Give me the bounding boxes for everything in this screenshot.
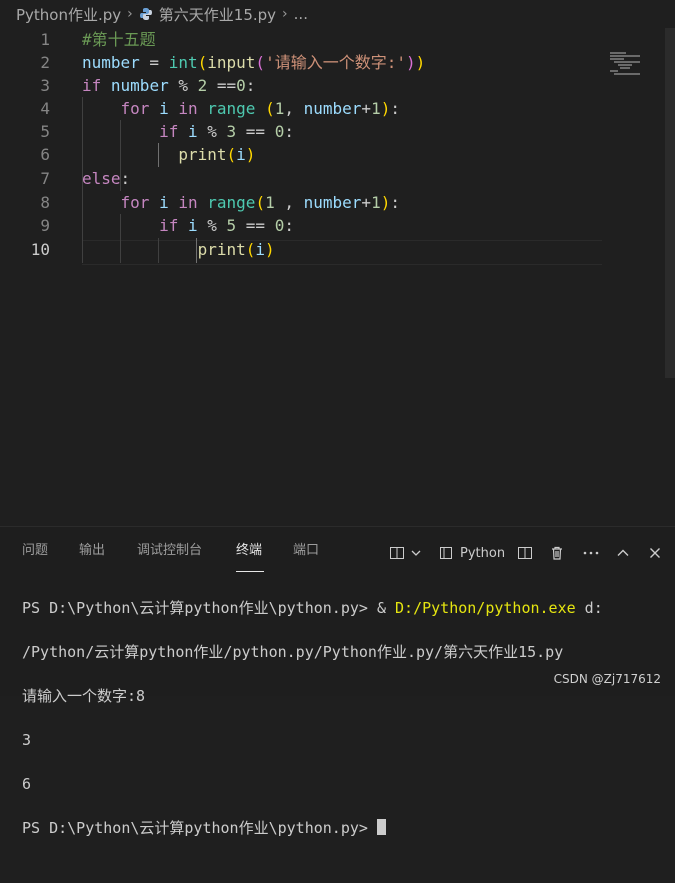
line-number: 1 (40, 30, 50, 49)
line-number: 2 (40, 53, 50, 72)
code-editor[interactable]: 1 #第十五题 2 number = int(input('请输入一个数字:')… (0, 28, 665, 526)
terminal-line: 请输入一个数字:8 (22, 687, 146, 705)
chevron-right-icon: › (282, 6, 288, 22)
code-line: 6 print(i) (0, 143, 600, 166)
code-text: else: (82, 169, 131, 188)
more-actions-icon[interactable] (582, 545, 600, 565)
minimap[interactable] (608, 52, 652, 76)
editor-scrollbar[interactable] (665, 28, 675, 378)
maximize-panel-icon[interactable] (615, 545, 631, 565)
code-line: 5 if i % 3 == 0: (0, 120, 600, 143)
watermark: CSDN @Zj717612 (553, 672, 661, 686)
terminal-panel: 问题 输出 调试控制台 终端 端口 Python PS D:\Python\云计… (0, 526, 675, 837)
split-terminal-icon[interactable] (389, 545, 405, 565)
tab-output[interactable]: 输出 (79, 543, 105, 559)
tab-problems[interactable]: 问题 (22, 543, 48, 559)
breadcrumb-folder[interactable]: Python作业.py (16, 4, 121, 25)
code-text: print(i) (178, 145, 256, 164)
code-text: number = int(input('请输入一个数字:')) (82, 53, 426, 72)
terminal-line: /Python/云计算python作业/python.py/Python作业.p… (22, 643, 564, 661)
active-tab-indicator (236, 571, 264, 572)
code-line: 1 #第十五题 (0, 28, 600, 51)
line-number: 6 (40, 145, 50, 164)
code-line: 2 number = int(input('请输入一个数字:')) (0, 51, 600, 74)
terminal-cursor (376, 819, 386, 835)
trash-icon[interactable] (549, 545, 565, 565)
code-line: 9 if i % 5 == 0: (0, 214, 600, 237)
code-text: if i % 5 == 0: (159, 216, 294, 235)
code-text: print(i) (197, 240, 275, 259)
line-number: 8 (40, 193, 50, 212)
code-text: for i in range(1 , number+1): (120, 193, 400, 212)
line-number: 5 (40, 122, 50, 141)
chevron-right-icon: › (127, 6, 133, 22)
panel-tabs: 问题 输出 调试控制台 终端 端口 Python (0, 535, 675, 572)
code-text: for i in range (1, number+1): (120, 99, 400, 118)
line-number: 3 (40, 76, 50, 95)
breadcrumb-more[interactable]: ... (294, 5, 308, 23)
terminal-shell-icon (438, 545, 454, 565)
line-number: 9 (40, 216, 50, 235)
code-text: #第十五题 (82, 30, 156, 49)
code-line: 3 if number % 2 ==0: (0, 74, 600, 97)
python-file-icon (139, 8, 152, 20)
terminal-shell-label[interactable]: Python (460, 546, 505, 566)
code-text: if i % 3 == 0: (159, 122, 294, 141)
code-line: 10 print(i) (0, 238, 600, 261)
breadcrumb: Python作业.py › 第六天作业15.py › ... (0, 0, 675, 28)
code-line: 4 for i in range (1, number+1): (0, 97, 600, 120)
line-number: 4 (40, 99, 50, 118)
chevron-down-icon[interactable] (410, 545, 422, 565)
toggle-panel-icon[interactable] (517, 545, 533, 565)
terminal-line: PS D:\Python\云计算python作业\python.py> (22, 817, 672, 839)
code-line: 7 else: (0, 167, 600, 190)
terminal-line: 6 (22, 775, 32, 793)
close-icon[interactable] (647, 545, 663, 565)
tab-debug-console[interactable]: 调试控制台 (137, 543, 202, 559)
code-line: 8 for i in range(1 , number+1): (0, 191, 600, 214)
tab-ports[interactable]: 端口 (293, 543, 319, 559)
line-number: 10 (30, 240, 50, 259)
tab-terminal[interactable]: 终端 (236, 543, 262, 559)
line-number: 7 (40, 169, 50, 188)
breadcrumb-file[interactable]: 第六天作业15.py (159, 4, 276, 25)
terminal-line: PS D:\Python\云计算python作业\python.py> & D:… (22, 599, 603, 617)
terminal-output[interactable]: PS D:\Python\云计算python作业\python.py> & D:… (22, 575, 672, 883)
terminal-line: 3 (22, 731, 32, 749)
code-text: if number % 2 ==0: (82, 76, 256, 95)
